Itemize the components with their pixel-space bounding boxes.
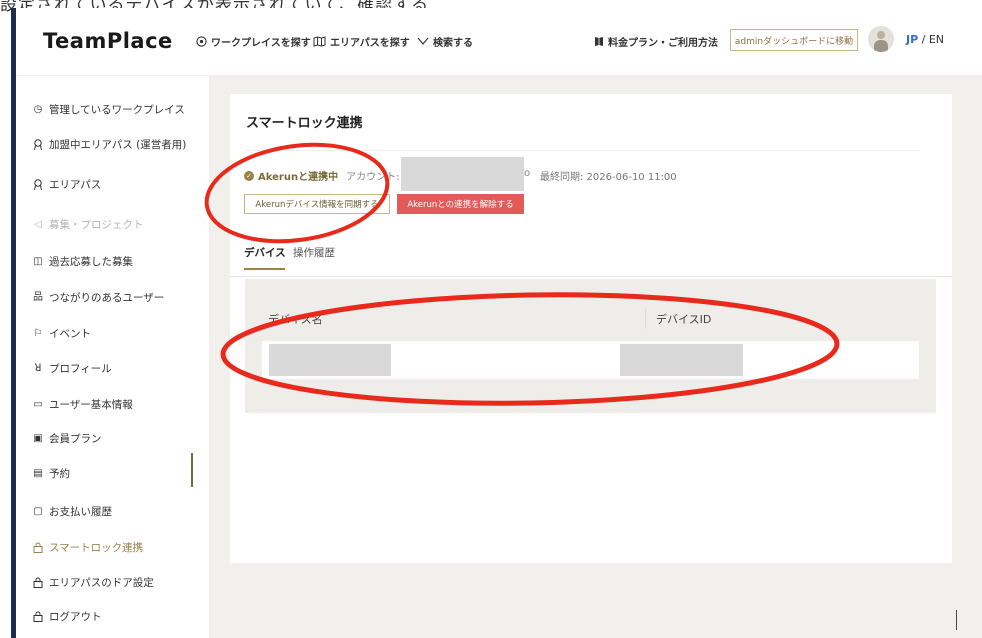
sidebar-item-events[interactable]: ⚐ イベント bbox=[33, 326, 91, 341]
book-icon bbox=[595, 37, 603, 46]
calendar-icon: ▤ bbox=[33, 467, 43, 479]
sidebar-item-profile[interactable]: ꓤ プロフィール bbox=[33, 361, 112, 376]
sidebar-item-past-applications[interactable]: ◫ 過去応募した募集 bbox=[33, 254, 133, 269]
sidebar-active-indicator bbox=[191, 453, 193, 487]
sidebar-item-label: 会員プラン bbox=[49, 433, 102, 445]
nav-search[interactable]: 検索する bbox=[417, 34, 473, 49]
sidebar-item-label: 過去応募した募集 bbox=[49, 256, 133, 268]
sidebar-item-label: ログアウト bbox=[49, 611, 102, 623]
app-logo[interactable]: TeamPlace bbox=[43, 29, 173, 53]
tab-divider bbox=[230, 276, 952, 277]
sidebar-item-membership-plan[interactable]: ▣ 会員プラン bbox=[33, 431, 102, 446]
page-root: 設定されているデバイスが表示されていて、確認する TeamPlace ワークプレ… bbox=[0, 0, 982, 638]
sidebar-item-user-info[interactable]: ▭ ユーザー基本情報 bbox=[33, 397, 133, 412]
lock-icon bbox=[33, 542, 43, 553]
sidebar: ◷ 管理しているワークプレイス 加盟中エリアパス (運営者用) エリアパス ◁ … bbox=[16, 76, 209, 638]
sidebar-item-joined-area-pass[interactable]: 加盟中エリアパス (運営者用) bbox=[33, 137, 186, 152]
flag-icon: ⚐ bbox=[33, 327, 43, 339]
nav-search-label: 検索する bbox=[433, 38, 473, 49]
admin-dashboard-button[interactable]: adminダッシュボードに移動 bbox=[730, 29, 858, 51]
sidebar-item-label: エリアパスのドア設定 bbox=[49, 577, 154, 589]
sidebar-item-label: 加盟中エリアパス (運営者用) bbox=[49, 139, 187, 151]
receipt-icon: ▢ bbox=[33, 505, 43, 517]
nav-find-area-pass-label: エリアパスを探す bbox=[330, 38, 410, 49]
sidebar-item-smart-lock[interactable]: スマートロック連携 bbox=[33, 540, 143, 555]
column-header-device-id: デバイスID bbox=[656, 313, 712, 326]
account-tail: o bbox=[524, 168, 531, 179]
network-icon: 品 bbox=[33, 291, 43, 303]
nav-find-area-pass[interactable]: エリアパスを探す bbox=[313, 34, 410, 49]
window-edge bbox=[956, 610, 957, 630]
sidebar-item-area-pass[interactable]: エリアパス bbox=[33, 177, 101, 192]
pricing-link[interactable]: 料金プラン・ご利用方法 bbox=[594, 34, 718, 49]
sidebar-item-label: 募集・プロジェクト bbox=[49, 219, 144, 231]
column-header-device-name: デバイス名 bbox=[268, 313, 323, 326]
ribbon-icon bbox=[33, 138, 43, 150]
masked-account-value bbox=[401, 157, 524, 191]
lock-icon bbox=[33, 577, 43, 588]
lock-icon bbox=[33, 611, 43, 622]
chevron-down-icon bbox=[417, 37, 429, 45]
avatar[interactable] bbox=[868, 26, 894, 52]
page-title: スマートロック連携 bbox=[246, 116, 363, 131]
sidebar-item-label: 予約 bbox=[49, 468, 70, 480]
tab-active-underline bbox=[244, 268, 285, 270]
column-divider bbox=[645, 309, 646, 329]
megaphone-icon: ◁ bbox=[34, 218, 42, 230]
nav-find-workplace[interactable]: ワークプレイスを探す bbox=[196, 34, 311, 49]
top-header: TeamPlace ワークプレイスを探す エリアパスを探す 検索する 料金プラン… bbox=[16, 8, 982, 76]
sidebar-item-label: イベント bbox=[49, 328, 91, 340]
sync-devices-button[interactable]: Akerunデバイス情報を同期する bbox=[244, 194, 390, 214]
sidebar-item-payment-history[interactable]: ▢ お支払い履歴 bbox=[33, 504, 112, 519]
account-label: アカウント: bbox=[346, 172, 400, 183]
sidebar-item-door-settings[interactable]: エリアパスのドア設定 bbox=[33, 575, 154, 590]
sidebar-item-connected-users[interactable]: 品 つながりのあるユーザー bbox=[33, 290, 164, 305]
sidebar-item-reservations[interactable]: ▤ 予約 bbox=[33, 466, 70, 481]
map-icon bbox=[313, 36, 326, 47]
sidebar-item-label: つながりのあるユーザー bbox=[49, 292, 165, 304]
language-switcher[interactable]: JP / EN bbox=[906, 33, 944, 46]
archive-icon: ◫ bbox=[33, 255, 43, 267]
tab-devices[interactable]: デバイス bbox=[244, 245, 286, 260]
masked-device-id bbox=[620, 344, 743, 376]
title-divider bbox=[246, 150, 920, 151]
sidebar-item-logout[interactable]: ログアウト bbox=[33, 609, 102, 624]
sidebar-item-label: スマートロック連携 bbox=[49, 542, 144, 554]
sidebar-item-label: プロフィール bbox=[49, 363, 112, 375]
sidebar-item-label: エリアパス bbox=[49, 179, 102, 191]
sidebar-item-recruitment: ◁ 募集・プロジェクト bbox=[33, 217, 144, 232]
sidebar-item-label: ユーザー基本情報 bbox=[49, 399, 133, 411]
last-sync-time: 最終同期: 2026-06-10 11:00 bbox=[540, 172, 677, 183]
status-label: Akerunと連携中 bbox=[258, 172, 339, 183]
unlink-akerun-button[interactable]: Akerunとの連携を解除する bbox=[397, 194, 524, 214]
clock-icon: ◷ bbox=[33, 103, 43, 115]
plan-icon: ▣ bbox=[33, 432, 43, 444]
lang-separator: / bbox=[918, 33, 929, 46]
masked-device-name bbox=[269, 344, 391, 376]
tab-operation-history[interactable]: 操作履歴 bbox=[293, 245, 335, 260]
nav-find-workplace-label: ワークプレイスを探す bbox=[211, 38, 311, 49]
id-card-icon: ▭ bbox=[33, 398, 43, 410]
sidebar-item-label: お支払い履歴 bbox=[49, 506, 112, 518]
person-icon: ꓤ bbox=[34, 362, 42, 374]
sidebar-item-label: 管理しているワークプレイス bbox=[49, 104, 185, 116]
lang-en[interactable]: EN bbox=[929, 33, 944, 46]
sidebar-item-managed-workplace[interactable]: ◷ 管理しているワークプレイス bbox=[33, 102, 185, 117]
connection-status: ✓ Akerunと連携中 アカウント: bbox=[244, 168, 399, 183]
lang-jp[interactable]: JP bbox=[906, 33, 918, 46]
location-pin-icon bbox=[196, 36, 207, 47]
ribbon-icon bbox=[33, 178, 43, 190]
pricing-link-label: 料金プラン・ご利用方法 bbox=[608, 38, 718, 49]
check-circle-icon: ✓ bbox=[244, 170, 254, 181]
